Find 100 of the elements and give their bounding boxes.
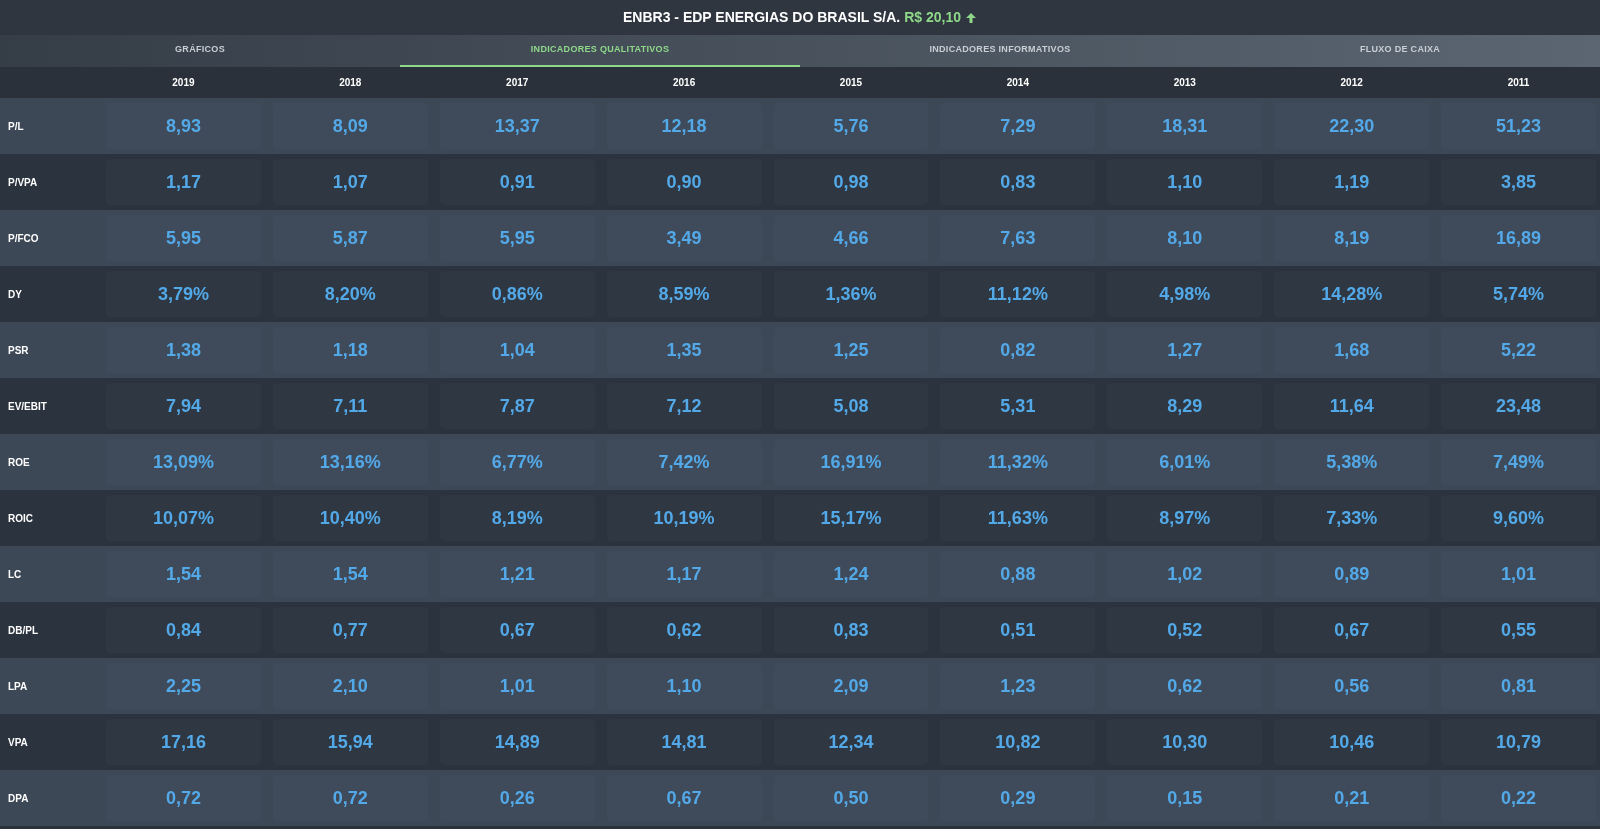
column-header: 2014: [1005, 76, 1030, 90]
value-cell: 3,85: [1441, 159, 1596, 205]
value-cell: 1,18: [272, 327, 428, 373]
value-cell: 0,86%: [439, 271, 595, 317]
value-cell: 7,11: [272, 383, 428, 429]
row-label: VPA: [7, 735, 29, 750]
value-cell: 1,10: [606, 663, 762, 709]
row-label: DPA: [7, 791, 30, 806]
value-cell: 8,20%: [272, 271, 428, 317]
column-header: 2011: [1506, 76, 1531, 90]
value-cell: 1,01: [1441, 551, 1596, 597]
column-header: 2017: [505, 76, 530, 90]
value-cell: 0,22: [1441, 775, 1596, 821]
value-cell: 6,01%: [1107, 439, 1263, 485]
value-cell: 7,29: [940, 103, 1096, 149]
value-cell: 0,62: [606, 607, 762, 653]
value-cell: 5,22: [1441, 327, 1596, 373]
row-label: P/FCO: [7, 231, 40, 246]
value-cell: 4,66: [773, 215, 929, 261]
value-cell: 5,87: [272, 215, 428, 261]
value-cell: 7,12: [606, 383, 762, 429]
value-cell: 2,09: [773, 663, 929, 709]
value-cell: 2,10: [272, 663, 428, 709]
value-cell: 10,30: [1107, 719, 1263, 765]
stock-title: ENBR3 - EDP ENERGIAS DO BRASIL S/A.: [623, 8, 901, 27]
value-cell: 8,19%: [439, 495, 595, 541]
value-cell: 11,32%: [940, 439, 1096, 485]
value-cell: 1,23: [940, 663, 1096, 709]
value-cell: 1,10: [1107, 159, 1263, 205]
value-cell: 7,33%: [1274, 495, 1430, 541]
value-cell: 1,25: [773, 327, 929, 373]
value-cell: 11,63%: [940, 495, 1096, 541]
value-cell: 1,19: [1274, 159, 1430, 205]
value-cell: 0,62: [1107, 663, 1263, 709]
column-header: 2018: [338, 76, 363, 90]
row-label: ROIC: [7, 511, 34, 526]
tab[interactable]: GRÁFICOS: [0, 35, 400, 67]
column-header: 2015: [838, 76, 864, 90]
value-cell: 1,38: [106, 327, 261, 373]
value-cell: 11,12%: [940, 271, 1096, 317]
row-label: P/VPA: [7, 175, 39, 190]
value-cell: 10,40%: [272, 495, 428, 541]
value-cell: 0,91: [439, 159, 595, 205]
value-cell: 0,50: [773, 775, 929, 821]
tab[interactable]: INDICADORES INFORMATIVOS: [800, 35, 1200, 67]
value-cell: 8,93: [106, 103, 261, 149]
value-cell: 0,88: [940, 551, 1096, 597]
value-cell: 18,31: [1107, 103, 1263, 149]
value-cell: 1,35: [606, 327, 762, 373]
value-cell: 5,95: [439, 215, 595, 261]
value-cell: 14,28%: [1274, 271, 1430, 317]
value-cell: 0,83: [940, 159, 1096, 205]
value-cell: 0,21: [1274, 775, 1430, 821]
value-cell: 17,16: [106, 719, 261, 765]
value-cell: 7,87: [439, 383, 595, 429]
value-cell: 1,02: [1107, 551, 1263, 597]
value-cell: 5,38%: [1274, 439, 1430, 485]
value-cell: 1,04: [439, 327, 595, 373]
value-cell: 0,67: [606, 775, 762, 821]
value-cell: 10,19%: [606, 495, 762, 541]
row-label: EV/EBIT: [7, 399, 48, 414]
value-cell: 8,19: [1274, 215, 1430, 261]
value-cell: 14,81: [606, 719, 762, 765]
column-header: 2013: [1172, 76, 1197, 90]
value-cell: 8,10: [1107, 215, 1263, 261]
value-cell: 16,89: [1441, 215, 1596, 261]
value-cell: 12,34: [773, 719, 929, 765]
value-cell: 8,97%: [1107, 495, 1263, 541]
value-cell: 15,17%: [773, 495, 929, 541]
value-cell: 1,07: [272, 159, 428, 205]
value-cell: 1,24: [773, 551, 929, 597]
value-cell: 51,23: [1441, 103, 1596, 149]
value-cell: 13,09%: [106, 439, 261, 485]
value-cell: 4,98%: [1107, 271, 1263, 317]
value-cell: 3,79%: [106, 271, 261, 317]
value-cell: 7,63: [940, 215, 1096, 261]
value-cell: 0,67: [1274, 607, 1430, 653]
value-cell: 6,77%: [439, 439, 595, 485]
row-label: LC: [7, 567, 23, 582]
column-header: 2019: [171, 76, 196, 90]
value-cell: 5,95: [106, 215, 261, 261]
value-cell: 1,54: [272, 551, 428, 597]
value-cell: 0,56: [1274, 663, 1430, 709]
value-cell: 5,74%: [1441, 271, 1596, 317]
value-cell: 0,51: [940, 607, 1096, 653]
value-cell: 0,84: [106, 607, 261, 653]
column-header: 2012: [1339, 76, 1364, 90]
row-label: DY: [7, 287, 23, 302]
value-cell: 0,26: [439, 775, 595, 821]
value-cell: 12,18: [606, 103, 762, 149]
column-header: 2016: [671, 76, 697, 90]
value-cell: 7,42%: [606, 439, 762, 485]
value-cell: 0,98: [773, 159, 929, 205]
value-cell: 1,21: [439, 551, 595, 597]
value-cell: 22,30: [1274, 103, 1430, 149]
value-cell: 1,01: [439, 663, 595, 709]
tab[interactable]: FLUXO DE CAIXA: [1200, 35, 1600, 67]
value-cell: 15,94: [272, 719, 428, 765]
row-label: P/L: [7, 119, 25, 134]
value-cell: 13,16%: [272, 439, 428, 485]
